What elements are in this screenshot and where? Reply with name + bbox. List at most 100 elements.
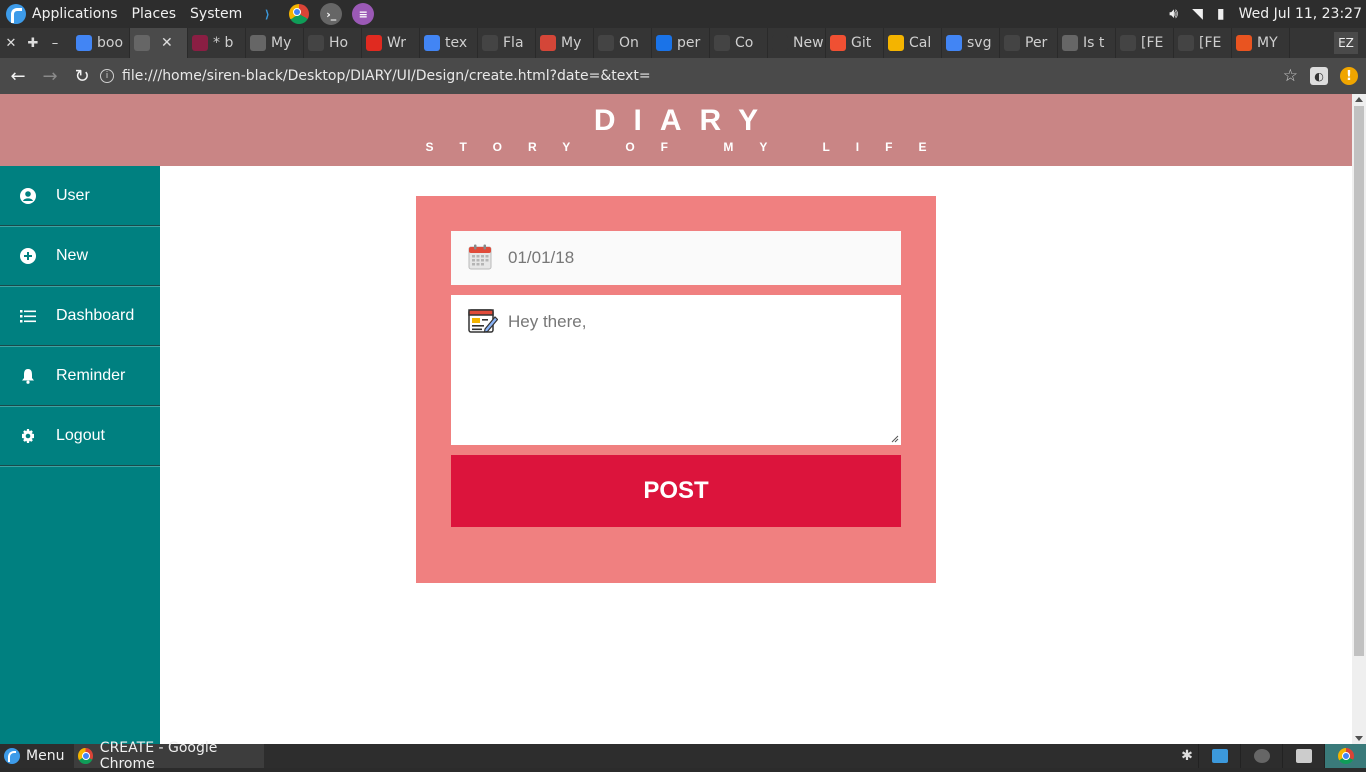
- sidebar-item-dashboard[interactable]: Dashboard: [0, 286, 160, 346]
- chrome-launcher-icon[interactable]: [288, 3, 310, 25]
- browser-tab[interactable]: Per: [1000, 28, 1058, 58]
- git-icon: [830, 35, 846, 51]
- places-menu[interactable]: Places: [132, 6, 177, 22]
- tab-strip: ✕ ✚ – boo ✕ * b My Ho Wr tex Fla My On per Co New T G…: [0, 28, 1366, 58]
- scroll-up-arrow-icon[interactable]: [1355, 97, 1363, 102]
- forward-arrow-icon[interactable]: →: [36, 62, 64, 90]
- info-icon[interactable]: i: [100, 69, 114, 83]
- browser-tab[interactable]: Co: [710, 28, 768, 58]
- battery-icon[interactable]: ▮: [1217, 6, 1225, 22]
- folder-icon: [1295, 749, 1312, 763]
- workspace-chrome[interactable]: [1324, 744, 1366, 768]
- github-icon: [308, 35, 324, 51]
- tab-label: My: [561, 35, 582, 51]
- date-input-value[interactable]: 01/01/18: [508, 248, 574, 268]
- clock[interactable]: Wed Jul 11, 23:27: [1239, 6, 1362, 22]
- site-header: DIARY STORY OF MY LIFE: [0, 94, 1352, 166]
- browser-tab[interactable]: * b: [188, 28, 246, 58]
- wifi-icon[interactable]: ◥: [1192, 6, 1203, 22]
- browser-tab[interactable]: New T: [768, 28, 826, 58]
- profile-button[interactable]: EZ: [1334, 32, 1358, 54]
- tab-label: On: [619, 35, 639, 51]
- entry-text-value[interactable]: Hey there,: [508, 312, 586, 332]
- browser-tab[interactable]: Ho: [304, 28, 362, 58]
- browser-tab[interactable]: Fla: [478, 28, 536, 58]
- url-text[interactable]: file:///home/siren-black/Desktop/DIARY/U…: [122, 68, 651, 84]
- browser-tab[interactable]: tex: [420, 28, 478, 58]
- post-button[interactable]: POST: [451, 455, 901, 527]
- browser-tab[interactable]: per: [652, 28, 710, 58]
- top-panel: Applications Places System ⟩ ›_ ≡ 🔊︎ ◥ ▮…: [0, 0, 1366, 28]
- create-entry-form: 01/01/18 Hey there, POST: [416, 196, 936, 583]
- browser-tab[interactable]: On: [594, 28, 652, 58]
- browser-tab[interactable]: My: [246, 28, 304, 58]
- date-field[interactable]: 01/01/18: [451, 231, 901, 285]
- page-scrollbar[interactable]: [1352, 94, 1366, 744]
- close-tab-icon[interactable]: ✕: [161, 35, 173, 51]
- browser-tab[interactable]: Cal: [884, 28, 942, 58]
- taskbar-window-chrome[interactable]: CREATE - Google Chrome: [74, 740, 265, 772]
- minimize-window-icon[interactable]: –: [44, 36, 66, 51]
- scroll-down-arrow-icon[interactable]: [1355, 736, 1363, 741]
- new-tab-button[interactable]: [1290, 28, 1330, 58]
- sidebar-item-reminder[interactable]: Reminder: [0, 346, 160, 406]
- extension-icon[interactable]: ◐: [1310, 67, 1328, 85]
- chrome-icon: [78, 748, 93, 764]
- tab-label: Fla: [503, 35, 524, 51]
- page-viewport: DIARY STORY OF MY LIFE User New Dashboar…: [0, 94, 1352, 744]
- resize-grip-icon[interactable]: [891, 435, 899, 443]
- page-icon: [134, 35, 150, 51]
- close-window-icon[interactable]: ✕: [0, 36, 22, 51]
- browser-tab[interactable]: My: [536, 28, 594, 58]
- sidebar-item-label: New: [56, 246, 89, 264]
- browser-tab[interactable]: Is t: [1058, 28, 1116, 58]
- system-menu[interactable]: System: [190, 6, 242, 22]
- vscode-launcher-icon[interactable]: ⟩: [256, 3, 278, 25]
- browser-tab[interactable]: svg: [942, 28, 1000, 58]
- workspace-files[interactable]: [1282, 744, 1324, 768]
- sidebar-item-logout[interactable]: Logout: [0, 406, 160, 466]
- chrome-icon: [1337, 748, 1354, 764]
- scrollbar-thumb[interactable]: [1354, 106, 1364, 656]
- github-icon: [1004, 35, 1020, 51]
- list-icon: [19, 307, 37, 325]
- update-warning-icon[interactable]: !: [1340, 67, 1358, 85]
- asterisk-icon[interactable]: ✱: [1176, 748, 1198, 764]
- tab-label: tex: [445, 35, 468, 51]
- bookmark-star-icon[interactable]: ☆: [1283, 66, 1298, 86]
- sidebar-item-user[interactable]: User: [0, 166, 160, 226]
- text-editor-launcher-icon[interactable]: ≡: [352, 3, 375, 25]
- sidebar-item-label: Reminder: [56, 366, 126, 384]
- browser-tab[interactable]: boo: [72, 28, 130, 58]
- workspace-terminal[interactable]: [1240, 744, 1282, 768]
- github-icon: [598, 35, 614, 51]
- flag-icon: [656, 35, 672, 51]
- entry-textarea[interactable]: Hey there,: [451, 295, 901, 445]
- volume-icon[interactable]: 🔊︎: [1169, 6, 1178, 22]
- browser-tab[interactable]: Git: [826, 28, 884, 58]
- workspace-vscode[interactable]: [1198, 744, 1240, 768]
- tab-label: [FE: [1141, 35, 1164, 51]
- vscode-icon: [1211, 749, 1228, 763]
- address-bar[interactable]: i file:///home/siren-black/Desktop/DIARY…: [92, 62, 1308, 90]
- slack-icon: [192, 35, 208, 51]
- terminal-launcher-icon[interactable]: ›_: [320, 3, 343, 25]
- pinterest-icon: [366, 35, 382, 51]
- taskbar-menu-button[interactable]: Menu: [0, 748, 70, 764]
- sidebar-item-new[interactable]: New: [0, 226, 160, 286]
- tab-label: My: [271, 35, 292, 51]
- browser-tab[interactable]: Wr: [362, 28, 420, 58]
- browser-tab[interactable]: [FE: [1174, 28, 1232, 58]
- applications-menu[interactable]: Applications: [32, 6, 118, 22]
- back-arrow-icon[interactable]: ←: [4, 62, 32, 90]
- tab-label: Co: [735, 35, 754, 51]
- distro-logo-icon[interactable]: [6, 4, 26, 24]
- github-icon: [482, 35, 498, 51]
- browser-tab[interactable]: MY: [1232, 28, 1290, 58]
- user-circle-icon: [19, 187, 37, 205]
- github-icon: [714, 35, 730, 51]
- calendar-icon: [468, 244, 492, 270]
- browser-tab[interactable]: ✕: [130, 28, 188, 58]
- browser-tab[interactable]: [FE: [1116, 28, 1174, 58]
- restore-window-icon[interactable]: ✚: [22, 36, 44, 51]
